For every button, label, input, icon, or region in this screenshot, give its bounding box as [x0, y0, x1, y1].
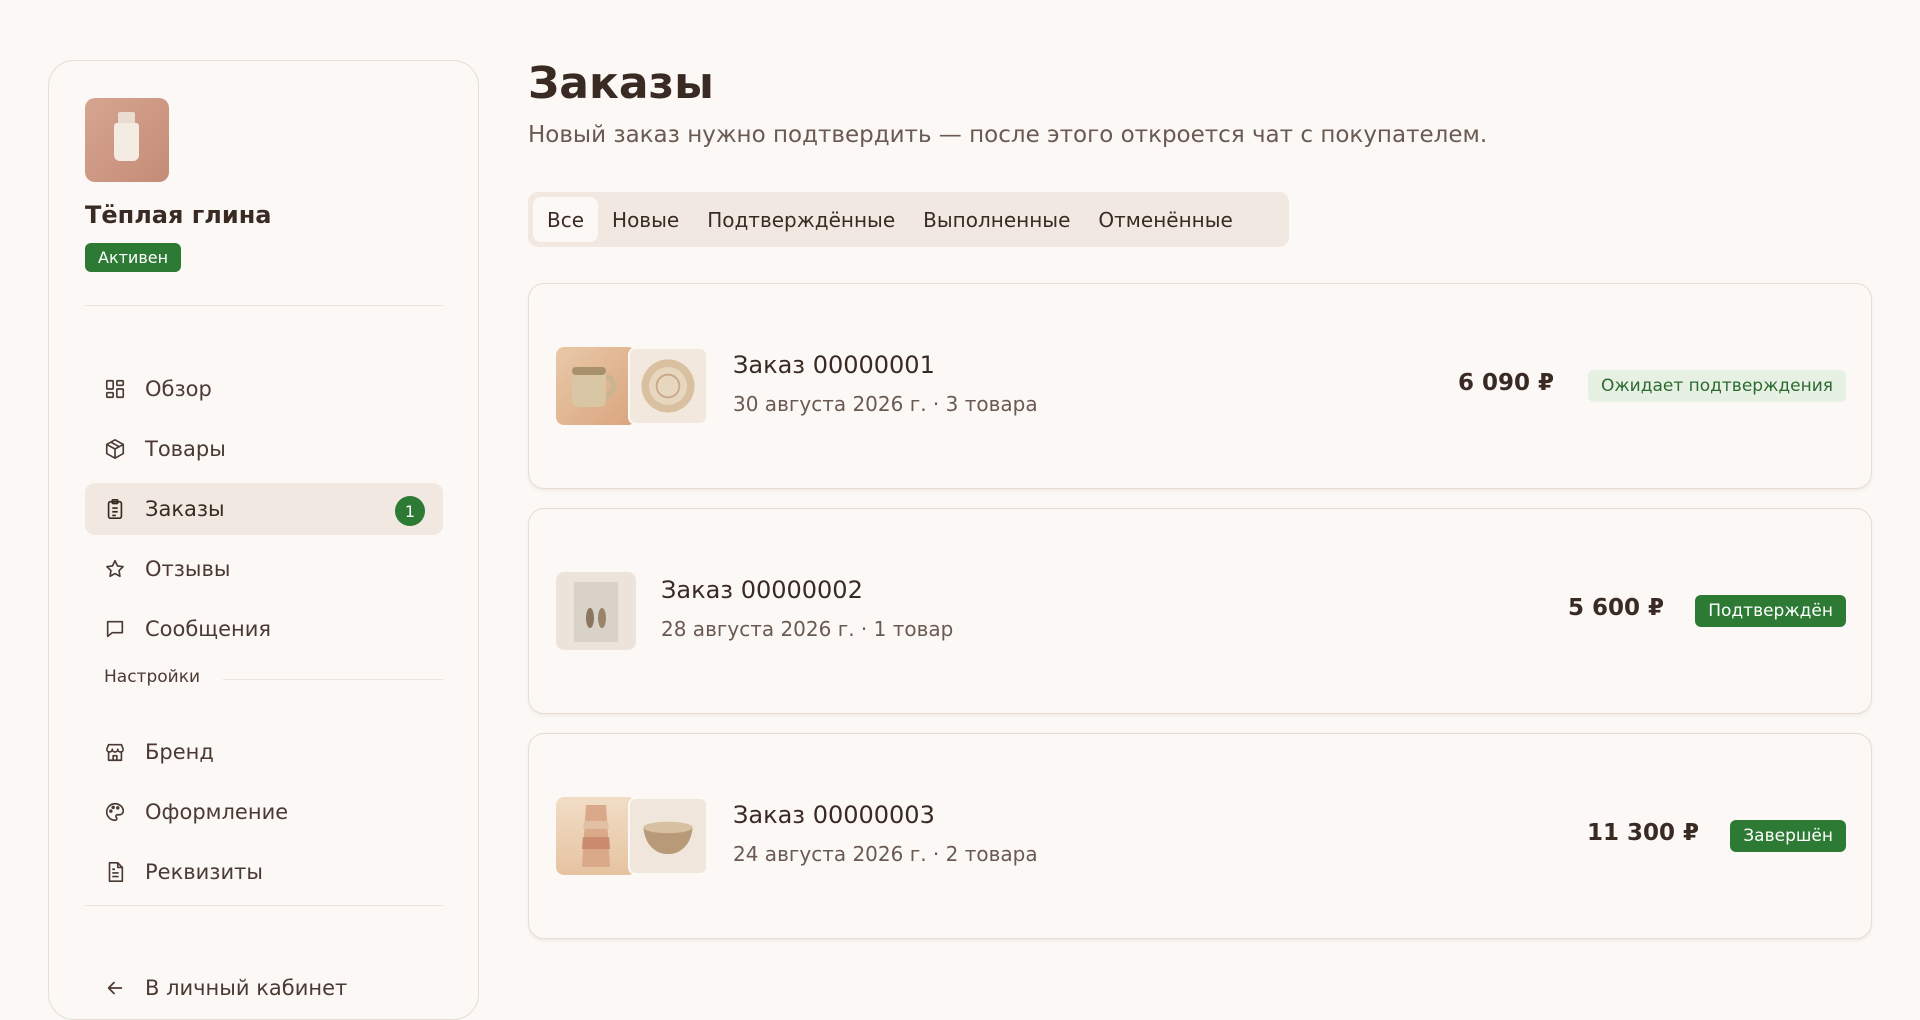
order-total: 11 300 ₽ — [1586, 820, 1699, 846]
status-badge: Завершён — [1730, 820, 1846, 852]
tab-completed[interactable]: Выполненные — [909, 197, 1084, 242]
orders-count-badge: 1 — [395, 496, 425, 526]
order-card[interactable]: Заказ 00000003 24 августа 2026 г. · 2 то… — [528, 733, 1872, 939]
nav-item-appearance[interactable]: Оформление — [85, 786, 443, 838]
order-filter-tabs: Все Новые Подтверждённые Выполненные Отм… — [528, 192, 1289, 247]
order-meta: 24 августа 2026 г. · 2 товара — [733, 842, 1038, 866]
nav-item-label: Сообщения — [145, 617, 272, 641]
divider — [85, 905, 443, 906]
dashboard-icon — [104, 378, 126, 400]
store-icon — [104, 741, 126, 763]
order-total: 5 600 ₽ — [1567, 595, 1664, 621]
tab-new[interactable]: Новые — [598, 197, 693, 242]
store-status-badge: Активен — [85, 243, 182, 272]
order-card[interactable]: Заказ 00000002 28 августа 2026 г. · 1 то… — [528, 508, 1872, 714]
nav-item-requisites[interactable]: Реквизиты — [85, 846, 443, 898]
tab-confirmed[interactable]: Подтверждённые — [693, 197, 909, 242]
document-icon — [104, 861, 126, 883]
order-number: Заказ 00000001 — [733, 351, 935, 379]
nav-item-label: Бренд — [145, 740, 214, 764]
sidebar: Тёплая глина Активен Обзор Товары Заказы… — [48, 60, 479, 1020]
status-badge: Подтверждён — [1695, 595, 1846, 627]
star-icon — [104, 558, 126, 580]
order-meta: 28 августа 2026 г. · 1 товар — [661, 617, 954, 641]
order-total: 6 090 ₽ — [1457, 370, 1554, 396]
order-number: Заказ 00000003 — [733, 801, 935, 829]
nav-item-label: Оформление — [145, 800, 289, 824]
back-link-label: В личный кабинет — [145, 976, 348, 1000]
product-thumbnail — [628, 797, 708, 875]
divider — [85, 305, 443, 306]
nav-item-orders[interactable]: Заказы 1 — [85, 483, 443, 535]
nav-item-label: Отзывы — [145, 557, 231, 581]
box-icon — [104, 438, 126, 460]
nav-item-brand[interactable]: Бренд — [85, 726, 443, 778]
page-title: Заказы — [528, 58, 714, 109]
nav-item-label: Заказы — [145, 497, 225, 521]
palette-icon — [104, 801, 126, 823]
settings-section-label: Настройки — [104, 667, 201, 687]
product-thumbnail — [556, 572, 636, 650]
store-name: Тёплая глина — [85, 201, 272, 229]
message-icon — [104, 618, 126, 640]
order-card[interactable]: Заказ 00000001 30 августа 2026 г. · 3 то… — [528, 283, 1872, 489]
status-badge: Ожидает подтверждения — [1587, 370, 1846, 402]
clipboard-icon — [104, 498, 126, 520]
tab-cancelled[interactable]: Отменённые — [1084, 197, 1246, 242]
nav-item-products[interactable]: Товары — [85, 423, 443, 475]
nav-item-label: Обзор — [145, 377, 212, 401]
nav-item-reviews[interactable]: Отзывы — [85, 543, 443, 595]
nav-item-overview[interactable]: Обзор — [85, 363, 443, 415]
order-meta: 30 августа 2026 г. · 3 товара — [733, 392, 1038, 416]
page-subtitle: Новый заказ нужно подтвердить — после эт… — [528, 122, 1488, 148]
product-thumbnail — [556, 797, 636, 875]
nav-item-label: Товары — [145, 437, 226, 461]
divider — [223, 679, 443, 680]
arrow-left-icon — [104, 977, 126, 999]
nav-item-label: Реквизиты — [145, 860, 263, 884]
product-thumbnail — [628, 347, 708, 425]
tab-all[interactable]: Все — [533, 197, 599, 242]
product-thumbnail — [556, 347, 636, 425]
store-logo[interactable] — [85, 98, 169, 182]
back-to-account-link[interactable]: В личный кабинет — [85, 962, 443, 1014]
order-number: Заказ 00000002 — [661, 576, 863, 604]
nav-item-messages[interactable]: Сообщения — [85, 603, 443, 655]
